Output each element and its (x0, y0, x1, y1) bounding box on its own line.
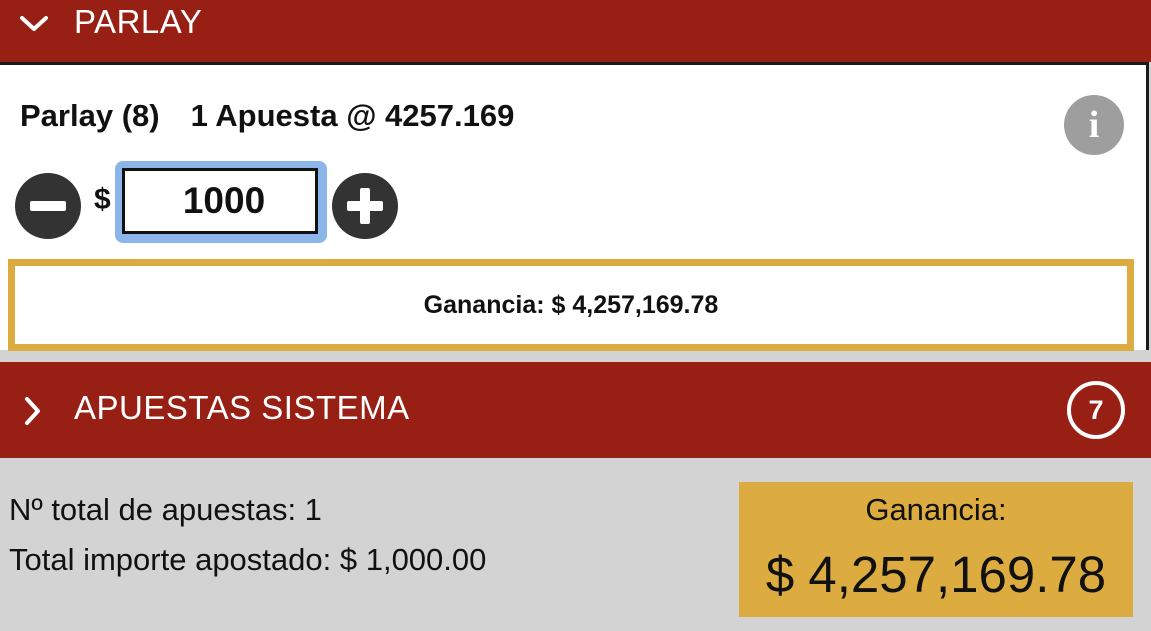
increase-stake-button[interactable] (332, 173, 398, 239)
currency-symbol: $ (94, 183, 111, 216)
chevron-right-icon (25, 397, 40, 425)
stake-input-focus-ring (115, 161, 327, 243)
parlay-section-title: PARLAY (74, 3, 203, 40)
info-icon[interactable]: i (1064, 95, 1124, 155)
total-winnings-label: Ganancia: (865, 492, 1007, 527)
minus-icon (30, 201, 66, 211)
system-bets-title: APUESTAS SISTEMA (74, 389, 410, 426)
decrease-stake-button[interactable] (15, 173, 81, 239)
parlay-section-header[interactable]: PARLAY (0, 0, 1151, 62)
system-bets-count-badge: 7 (1067, 381, 1125, 439)
total-winnings-box: Ganancia: $ 4,257,169.78 (739, 482, 1133, 617)
total-winnings-value: $ 4,257,169.78 (765, 546, 1107, 603)
stake-input[interactable] (122, 168, 318, 234)
parlay-title: Parlay (8) 1 Apuesta @ 4257.169 (20, 98, 514, 134)
chevron-down-icon (20, 16, 48, 31)
system-bets-section-header[interactable]: APUESTAS SISTEMA 7 (0, 362, 1151, 458)
parlay-name: Parlay (8) (20, 98, 160, 133)
parlay-bet-line: 1 Apuesta @ 4257.169 (190, 98, 515, 133)
parlay-winnings: Ganancia: $ 4,257,169.78 (8, 259, 1134, 351)
parlay-panel: Parlay (8) 1 Apuesta @ 4257.169 i $ Ganan… (0, 62, 1149, 351)
total-stake-amount: Total importe apostado: $ 1,000.00 (9, 542, 487, 577)
total-bets-count: Nº total de apuestas: 1 (9, 492, 322, 527)
